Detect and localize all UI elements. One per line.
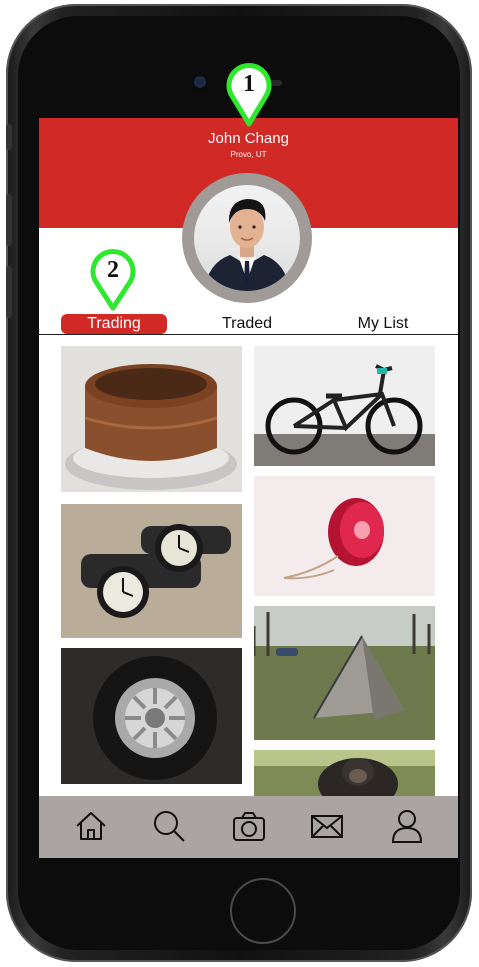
tab-my-list[interactable]: My List xyxy=(347,314,419,334)
yoyo-photo[interactable] xyxy=(254,476,435,596)
gorilla-photo[interactable] xyxy=(254,750,435,796)
app-screen: John Chang Provo, UT Trading Traded My L… xyxy=(39,118,458,858)
home-icon[interactable] xyxy=(73,808,109,844)
volume-up-button xyxy=(6,194,12,246)
camera-icon[interactable] xyxy=(231,808,267,844)
avatar-photo xyxy=(194,185,300,291)
volume-down-button xyxy=(6,266,12,318)
tent-photo[interactable] xyxy=(254,606,435,740)
tire-photo[interactable] xyxy=(61,648,242,784)
front-camera-icon xyxy=(194,76,206,88)
tab-bar: Trading Traded My List xyxy=(39,314,458,335)
annotation-marker-2: 2 xyxy=(90,249,136,311)
wristwatches-photo[interactable] xyxy=(61,504,242,638)
annotation-marker-1: 1 xyxy=(226,63,272,127)
tab-traded[interactable]: Traded xyxy=(211,314,283,334)
avatar[interactable] xyxy=(182,173,312,303)
bmx-bike-photo[interactable] xyxy=(254,346,435,466)
home-hardware-button[interactable] xyxy=(230,878,296,944)
user-name: John Chang xyxy=(208,130,289,147)
user-location: Provo, UT xyxy=(230,150,267,159)
search-icon[interactable] xyxy=(151,808,187,844)
item-grid xyxy=(39,346,458,796)
mail-icon[interactable] xyxy=(309,808,345,844)
annotation-number-2: 2 xyxy=(107,257,119,283)
mute-switch xyxy=(6,124,12,150)
bottom-nav xyxy=(39,796,458,858)
tab-trading[interactable]: Trading xyxy=(61,314,167,334)
profile-icon[interactable] xyxy=(389,808,425,844)
cake-photo[interactable] xyxy=(61,346,242,492)
annotation-number-1: 1 xyxy=(243,71,255,97)
